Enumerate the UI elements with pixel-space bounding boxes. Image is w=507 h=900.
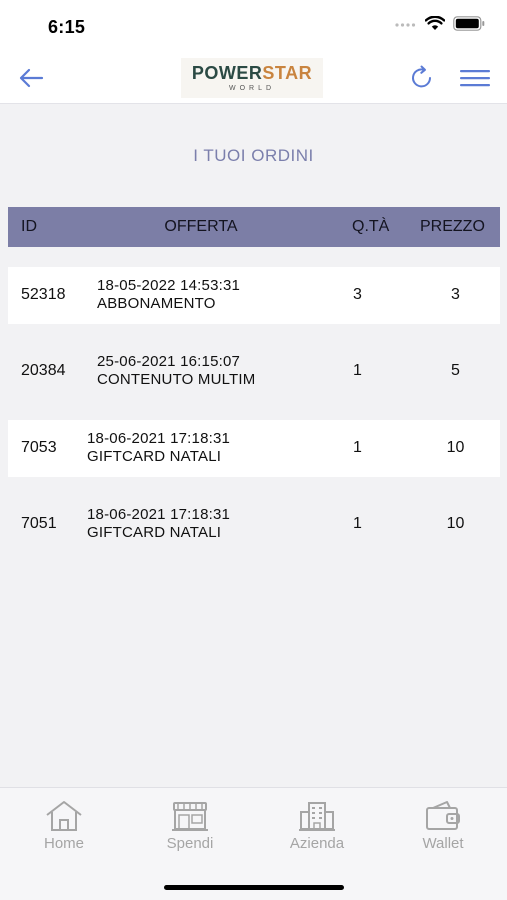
battery-icon xyxy=(453,16,485,31)
order-offer: 25-06-2021 16:15:07 CONTENUTO MULTIM xyxy=(97,353,255,389)
order-offer-name: CONTENUTO MULTIM xyxy=(97,371,256,388)
tab-bar: Home Spendi Azienda Wallet xyxy=(0,787,507,900)
order-date: 18-06-2021 17:18:31 xyxy=(87,506,231,523)
order-quantity: 1 xyxy=(353,439,362,456)
order-price: 10 xyxy=(446,439,465,456)
orders-table-header: ID OFFERTA Q.TÀ PREZZO xyxy=(8,207,500,247)
order-offer: 18-06-2021 17:18:31 GIFTCARD NATALI xyxy=(87,506,230,542)
order-offer-name: GIFTCARD NATALI xyxy=(87,524,222,541)
order-offer-name: GIFTCARD NATALI xyxy=(87,448,222,465)
order-date: 18-06-2021 17:18:31 xyxy=(87,430,231,447)
menu-button[interactable] xyxy=(457,64,493,92)
order-offer-name: ABBONAMENTO xyxy=(97,295,216,312)
home-indicator xyxy=(164,885,344,890)
header-price: PREZZO xyxy=(420,218,485,235)
arrow-left-icon xyxy=(19,68,44,88)
header-offer: OFFERTA xyxy=(164,218,238,235)
order-price: 3 xyxy=(451,286,460,303)
order-quantity: 3 xyxy=(353,286,362,303)
status-time: 6:15 xyxy=(48,17,86,37)
wallet-icon xyxy=(426,801,460,830)
logo-power-text: POWER xyxy=(191,63,263,83)
tab-home-label: Home xyxy=(43,835,84,852)
order-quantity: 1 xyxy=(353,362,362,379)
refresh-button[interactable] xyxy=(406,63,438,93)
wifi-icon xyxy=(425,16,445,30)
tab-azienda-label: Azienda xyxy=(289,835,345,852)
shop-icon xyxy=(172,802,208,831)
order-row[interactable]: 7051 18-06-2021 17:18:31 GIFTCARD NATALI… xyxy=(8,496,500,553)
order-offer: 18-06-2021 17:18:31 GIFTCARD NATALI xyxy=(87,430,230,466)
order-date: 25-06-2021 16:15:07 xyxy=(97,353,241,370)
status-icons xyxy=(395,16,485,31)
page-title: I TUOI ORDINI xyxy=(193,146,314,165)
powerstar-logo: POWERSTAR WORLD xyxy=(181,58,323,98)
order-price: 10 xyxy=(446,515,465,532)
hamburger-menu-icon xyxy=(460,70,490,87)
tab-azienda[interactable]: Azienda xyxy=(272,800,362,852)
refresh-icon xyxy=(412,65,431,88)
tab-wallet-label: Wallet xyxy=(422,835,464,852)
order-date: 18-05-2022 14:53:31 xyxy=(97,277,241,294)
status-bar: 6:15 xyxy=(0,0,507,52)
order-id: 52318 xyxy=(21,286,66,303)
back-button[interactable] xyxy=(14,62,48,94)
order-row[interactable]: 52318 18-05-2022 14:53:31 ABBONAMENTO 3 … xyxy=(8,267,500,324)
order-quantity: 1 xyxy=(353,515,362,532)
order-row[interactable]: 20384 25-06-2021 16:15:07 CONTENUTO MULT… xyxy=(8,343,500,400)
order-id: 7051 xyxy=(21,515,57,532)
tab-spendi-label: Spendi xyxy=(166,835,214,852)
order-row[interactable]: 7053 18-06-2021 17:18:31 GIFTCARD NATALI… xyxy=(8,420,500,477)
tab-wallet[interactable]: Wallet xyxy=(398,800,488,852)
logo-subtitle: WORLD xyxy=(228,85,276,92)
tab-spendi[interactable]: Spendi xyxy=(145,800,235,852)
logo-title: POWERSTAR xyxy=(181,58,323,83)
order-id: 20384 xyxy=(21,362,66,379)
cellular-signal-icon xyxy=(395,22,416,27)
tab-home[interactable]: Home xyxy=(19,800,109,852)
order-id: 7053 xyxy=(21,439,57,456)
nav-bar: POWERSTAR WORLD xyxy=(0,52,507,104)
home-icon xyxy=(46,801,82,831)
logo-star-text: STAR xyxy=(262,63,313,83)
header-quantity: Q.TÀ xyxy=(352,218,390,235)
building-icon xyxy=(299,802,335,831)
order-price: 5 xyxy=(451,362,460,379)
order-offer: 18-05-2022 14:53:31 ABBONAMENTO xyxy=(97,277,240,313)
